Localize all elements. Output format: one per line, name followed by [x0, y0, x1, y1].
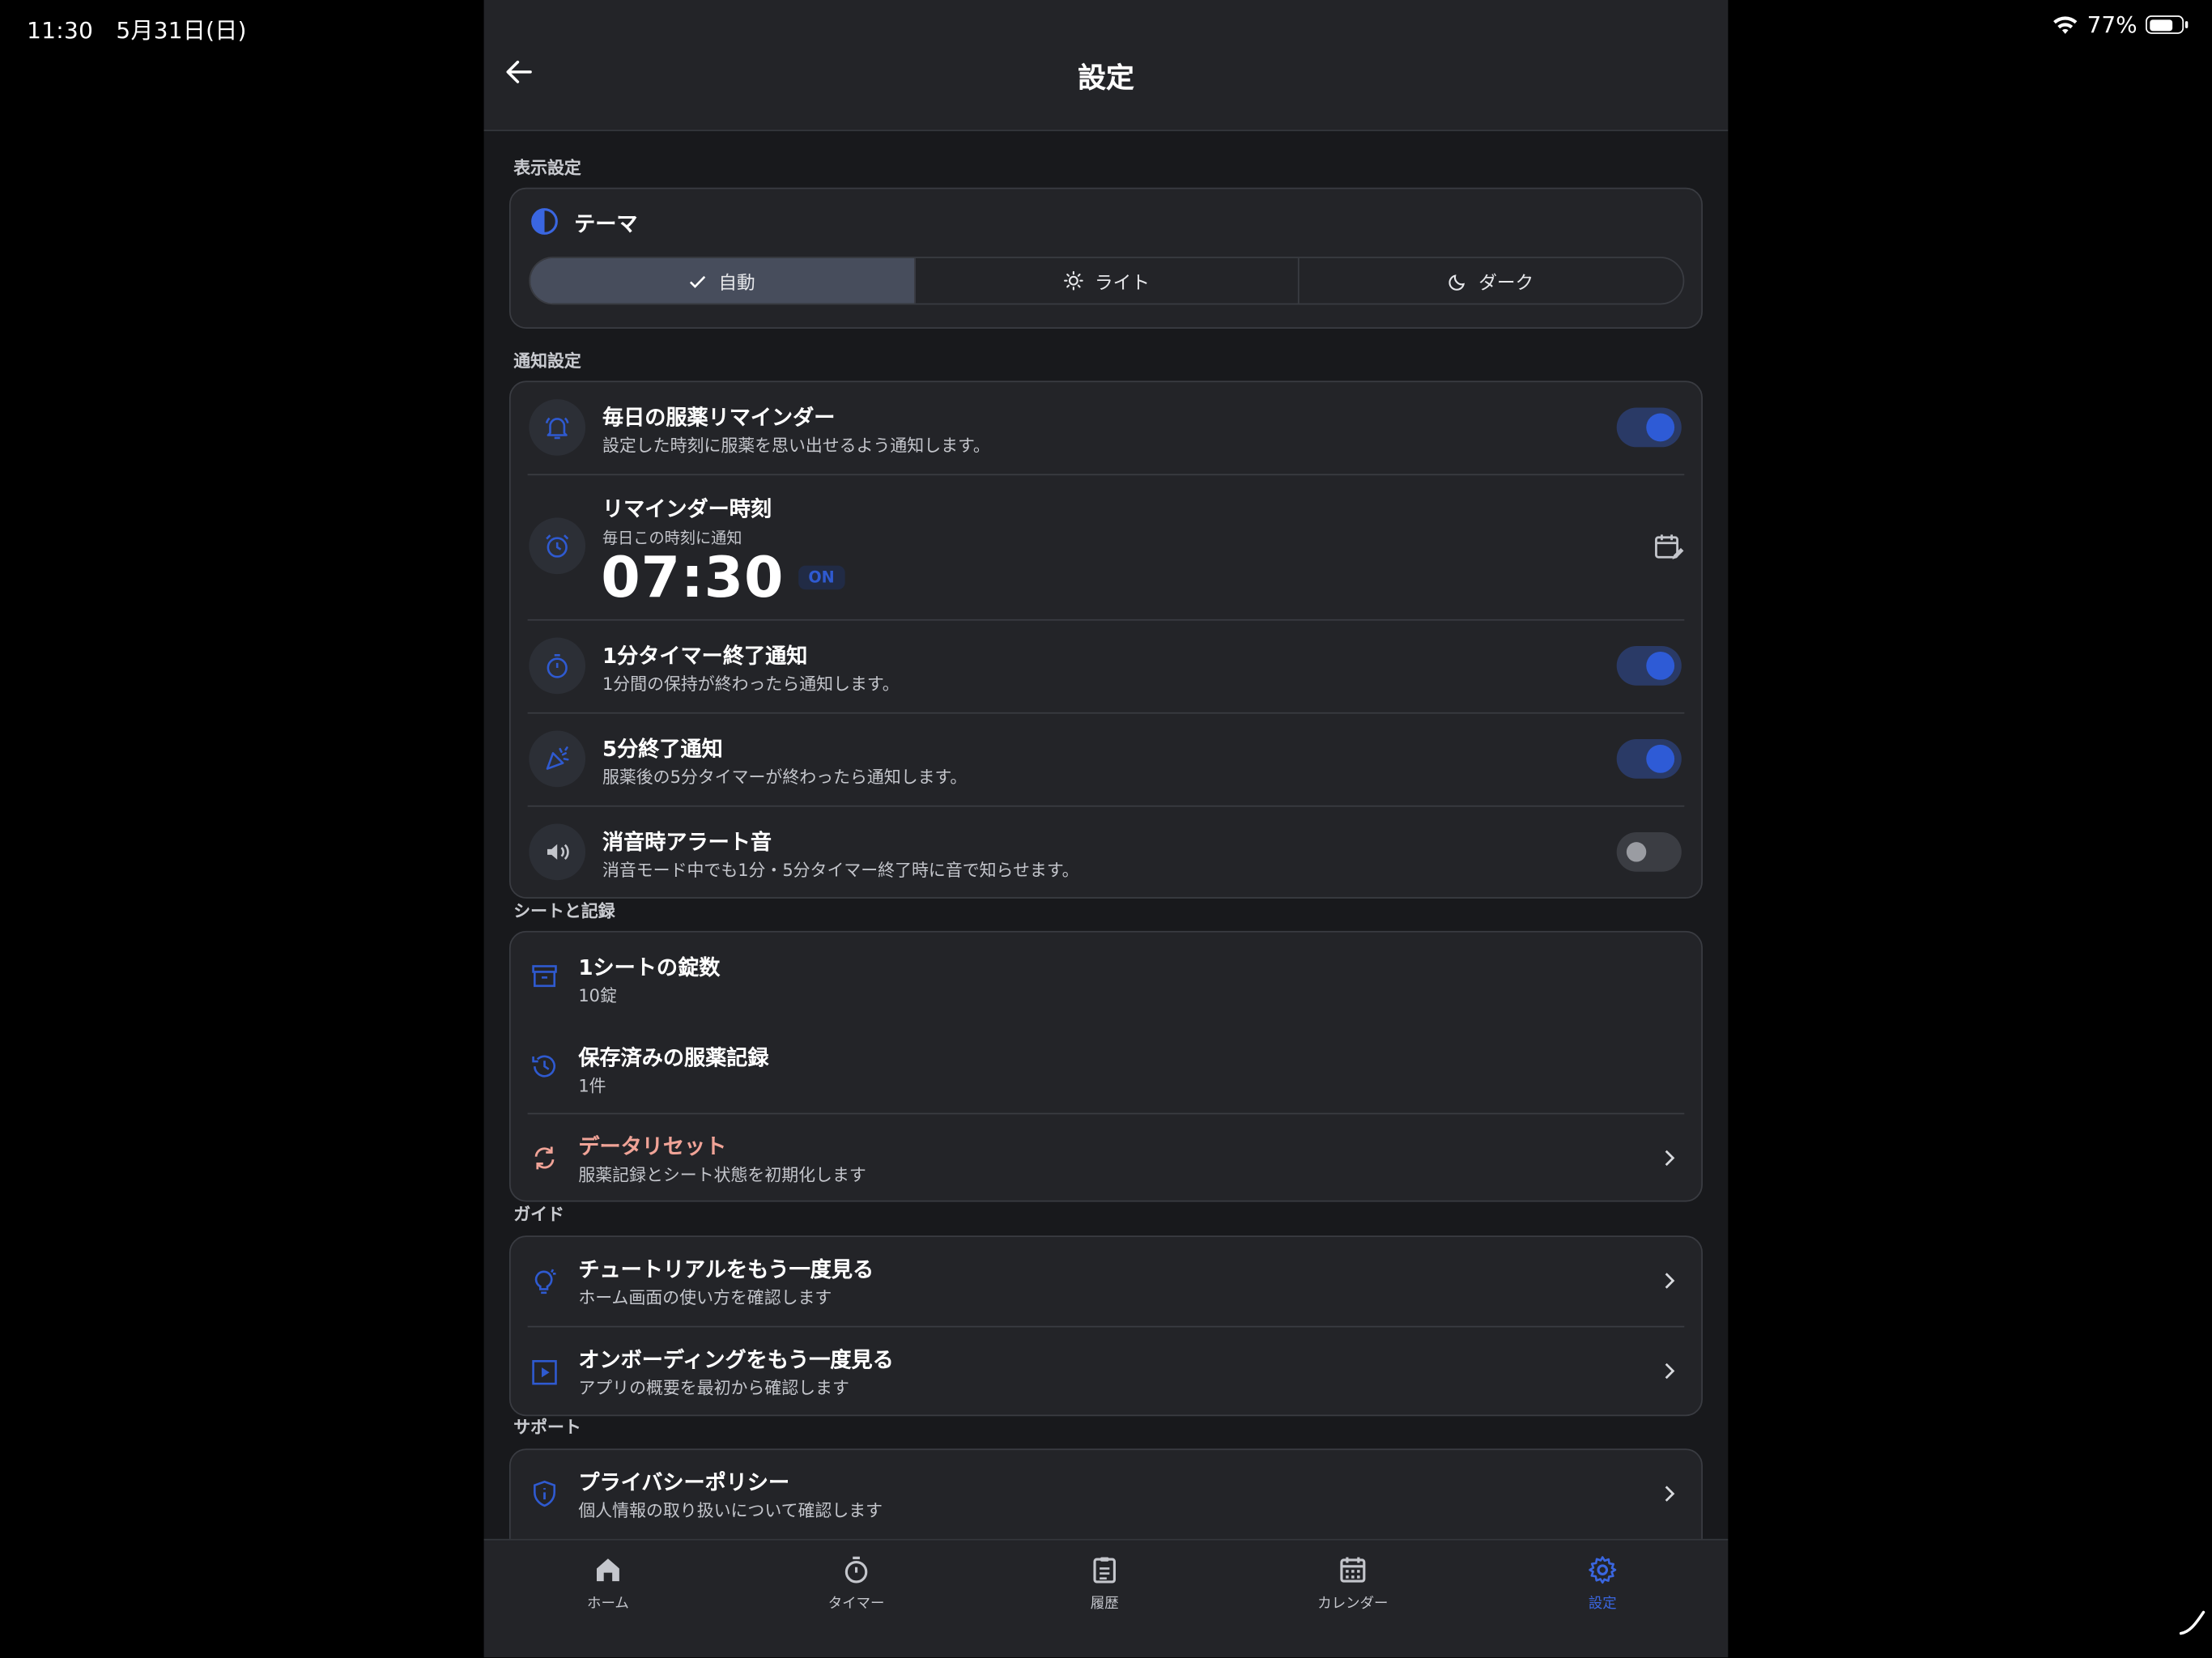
party-popper-icon	[529, 730, 586, 788]
tab-label: カレンダー	[1317, 1596, 1389, 1613]
history-icon	[532, 1055, 555, 1078]
sun-icon	[1064, 270, 1083, 291]
theme-card: テーマ 自動 ライト ダーク	[508, 187, 1703, 329]
theme-option-label: 自動	[718, 273, 755, 295]
tutorial-title: チュートリアルをもう一度見る	[578, 1256, 874, 1282]
theme-option-label: ライト	[1095, 273, 1151, 295]
battery-percent: 77%	[2087, 11, 2138, 39]
chevron-right-icon	[1665, 1150, 1675, 1167]
timer1-title: 1分タイマー終了通知	[602, 643, 808, 669]
daily-reminder-toggle[interactable]	[1616, 407, 1682, 448]
onboarding-title: オンボーディングをもう一度見る	[578, 1346, 894, 1373]
reminder-time-value[interactable]: 07:30	[601, 546, 784, 610]
silent-alert-title: 消音時アラート音	[602, 829, 772, 855]
tab-label: ホーム	[587, 1596, 629, 1613]
tab-home[interactable]: ホーム	[538, 1554, 678, 1612]
divider	[527, 619, 1685, 621]
reminder-on-badge: ON	[798, 565, 844, 590]
onboarding-sub: アプリの概要を最初から確認します	[578, 1378, 849, 1398]
section-display: 表示設定	[513, 158, 581, 178]
status-indicators: 77%	[2053, 11, 2189, 39]
tab-label: 履歴	[1090, 1596, 1119, 1613]
section-notifications: 通知設定	[513, 351, 581, 372]
contrast-icon	[531, 208, 558, 235]
timer5-sub: 服薬後の5分タイマーが終わったら通知します。	[602, 767, 968, 788]
settings-screen: 設定 表示設定 テーマ 自動 ライト ダーク 通知設定 毎日の服薬リマインダー …	[483, 0, 1729, 1658]
timer-icon	[844, 1556, 868, 1584]
status-time-date: 11:30 5月31日(日)	[27, 16, 247, 45]
tutorial-sub: ホーム画面の使い方を確認します	[578, 1287, 832, 1308]
tab-history[interactable]: 履歴	[1034, 1554, 1175, 1612]
privacy-policy-sub: 個人情報の取り扱いについて確認します	[578, 1500, 883, 1521]
data-reset-sub: 服薬記録とシート状態を初期化します	[578, 1165, 866, 1185]
theme-option-auto[interactable]: 自動	[530, 257, 916, 304]
section-guide: ガイド	[513, 1204, 564, 1225]
section-support: サポート	[513, 1418, 581, 1438]
data-reset-row[interactable]: データリセット 服薬記録とシート状態を初期化します	[511, 1114, 1704, 1201]
bottom-tab-bar: ホーム タイマー 履歴 カレンダー 設定	[483, 1538, 1729, 1658]
privacy-policy-title: プライバシーポリシー	[578, 1469, 790, 1495]
tablets-per-sheet-title: 1シートの錠数	[578, 954, 721, 980]
divider	[527, 805, 1685, 807]
divider	[527, 712, 1685, 714]
notifications-card: 毎日の服薬リマインダー 設定した時刻に服薬を思い出せるよう通知します。 リマイン…	[508, 380, 1703, 899]
timer5-title: 5分終了通知	[602, 736, 723, 762]
shield-info-icon	[534, 1480, 556, 1507]
daily-reminder-sub: 設定した時刻に服薬を思い出せるよう通知します。	[602, 436, 990, 456]
play-box-icon	[532, 1360, 557, 1385]
theme-segmented-control: 自動 ライト ダーク	[529, 257, 1685, 305]
chevron-right-icon	[1665, 1363, 1675, 1380]
data-reset-title: データリセット	[578, 1133, 727, 1160]
theme-option-label: ダーク	[1478, 273, 1534, 295]
daily-reminder-title: 毎日の服薬リマインダー	[602, 405, 836, 431]
calendar-icon	[1340, 1557, 1366, 1583]
section-sheet: シートと記録	[513, 901, 615, 921]
tab-timer[interactable]: タイマー	[785, 1554, 926, 1612]
saved-records-value: 1件	[578, 1076, 606, 1096]
wifi-icon	[2053, 15, 2078, 33]
tab-label: 設定	[1588, 1596, 1617, 1613]
speaker-icon	[529, 823, 586, 881]
timer5-toggle[interactable]	[1616, 738, 1682, 779]
chevron-right-icon	[1665, 1486, 1675, 1502]
battery-icon	[2146, 15, 2189, 34]
silent-alert-toggle[interactable]	[1616, 831, 1682, 872]
gear-icon	[1589, 1556, 1617, 1584]
tab-label: タイマー	[827, 1596, 885, 1613]
silent-alert-sub: 消音モード中でも1分・5分タイマー終了時に音で知らせます。	[602, 860, 1079, 881]
theme-label: テーマ	[574, 211, 638, 237]
tab-calendar[interactable]: カレンダー	[1283, 1554, 1423, 1612]
lightbulb-icon	[534, 1269, 556, 1295]
top-bar: 設定	[483, 0, 1729, 132]
moon-icon	[1448, 274, 1465, 290]
reset-icon	[534, 1146, 555, 1170]
divider	[527, 474, 1685, 476]
reminder-time-title: リマインダー時刻	[602, 496, 772, 522]
page-title: 設定	[1078, 60, 1134, 95]
tutorial-row[interactable]: チュートリアルをもう一度見る ホーム画面の使い方を確認します	[511, 1237, 1704, 1326]
archive-box-icon	[532, 965, 557, 988]
stopwatch-icon	[529, 637, 586, 695]
home-icon	[596, 1558, 619, 1582]
timer1-sub: 1分間の保持が終わったら通知します。	[602, 674, 900, 695]
check-icon	[690, 275, 706, 288]
timer1-toggle[interactable]	[1616, 645, 1682, 686]
privacy-policy-row[interactable]: プライバシーポリシー 個人情報の取り扱いについて確認します	[511, 1450, 1704, 1539]
guide-card: チュートリアルをもう一度見る ホーム画面の使い方を確認します オンボーディングを…	[508, 1235, 1704, 1417]
calendar-edit-icon[interactable]	[1653, 532, 1684, 563]
tablets-per-sheet-value: 10錠	[578, 985, 617, 1006]
clipboard-icon	[1093, 1557, 1116, 1584]
theme-option-dark[interactable]: ダーク	[1300, 258, 1682, 304]
alarm-clock-icon	[529, 517, 586, 575]
theme-option-light[interactable]: ライト	[915, 257, 1300, 304]
pencil-stroke-icon	[2179, 1610, 2206, 1635]
sheet-card: 1シートの錠数 10錠 保存済みの服薬記録 1件 データリセット 服薬記録とシー…	[508, 930, 1704, 1202]
onboarding-row[interactable]: オンボーディングをもう一度見る アプリの概要を最初から確認します	[511, 1328, 1704, 1417]
saved-records-title: 保存済みの服薬記録	[578, 1045, 769, 1071]
chevron-right-icon	[1665, 1273, 1675, 1289]
bell-ring-icon	[529, 399, 586, 456]
tab-settings[interactable]: 設定	[1532, 1554, 1673, 1612]
